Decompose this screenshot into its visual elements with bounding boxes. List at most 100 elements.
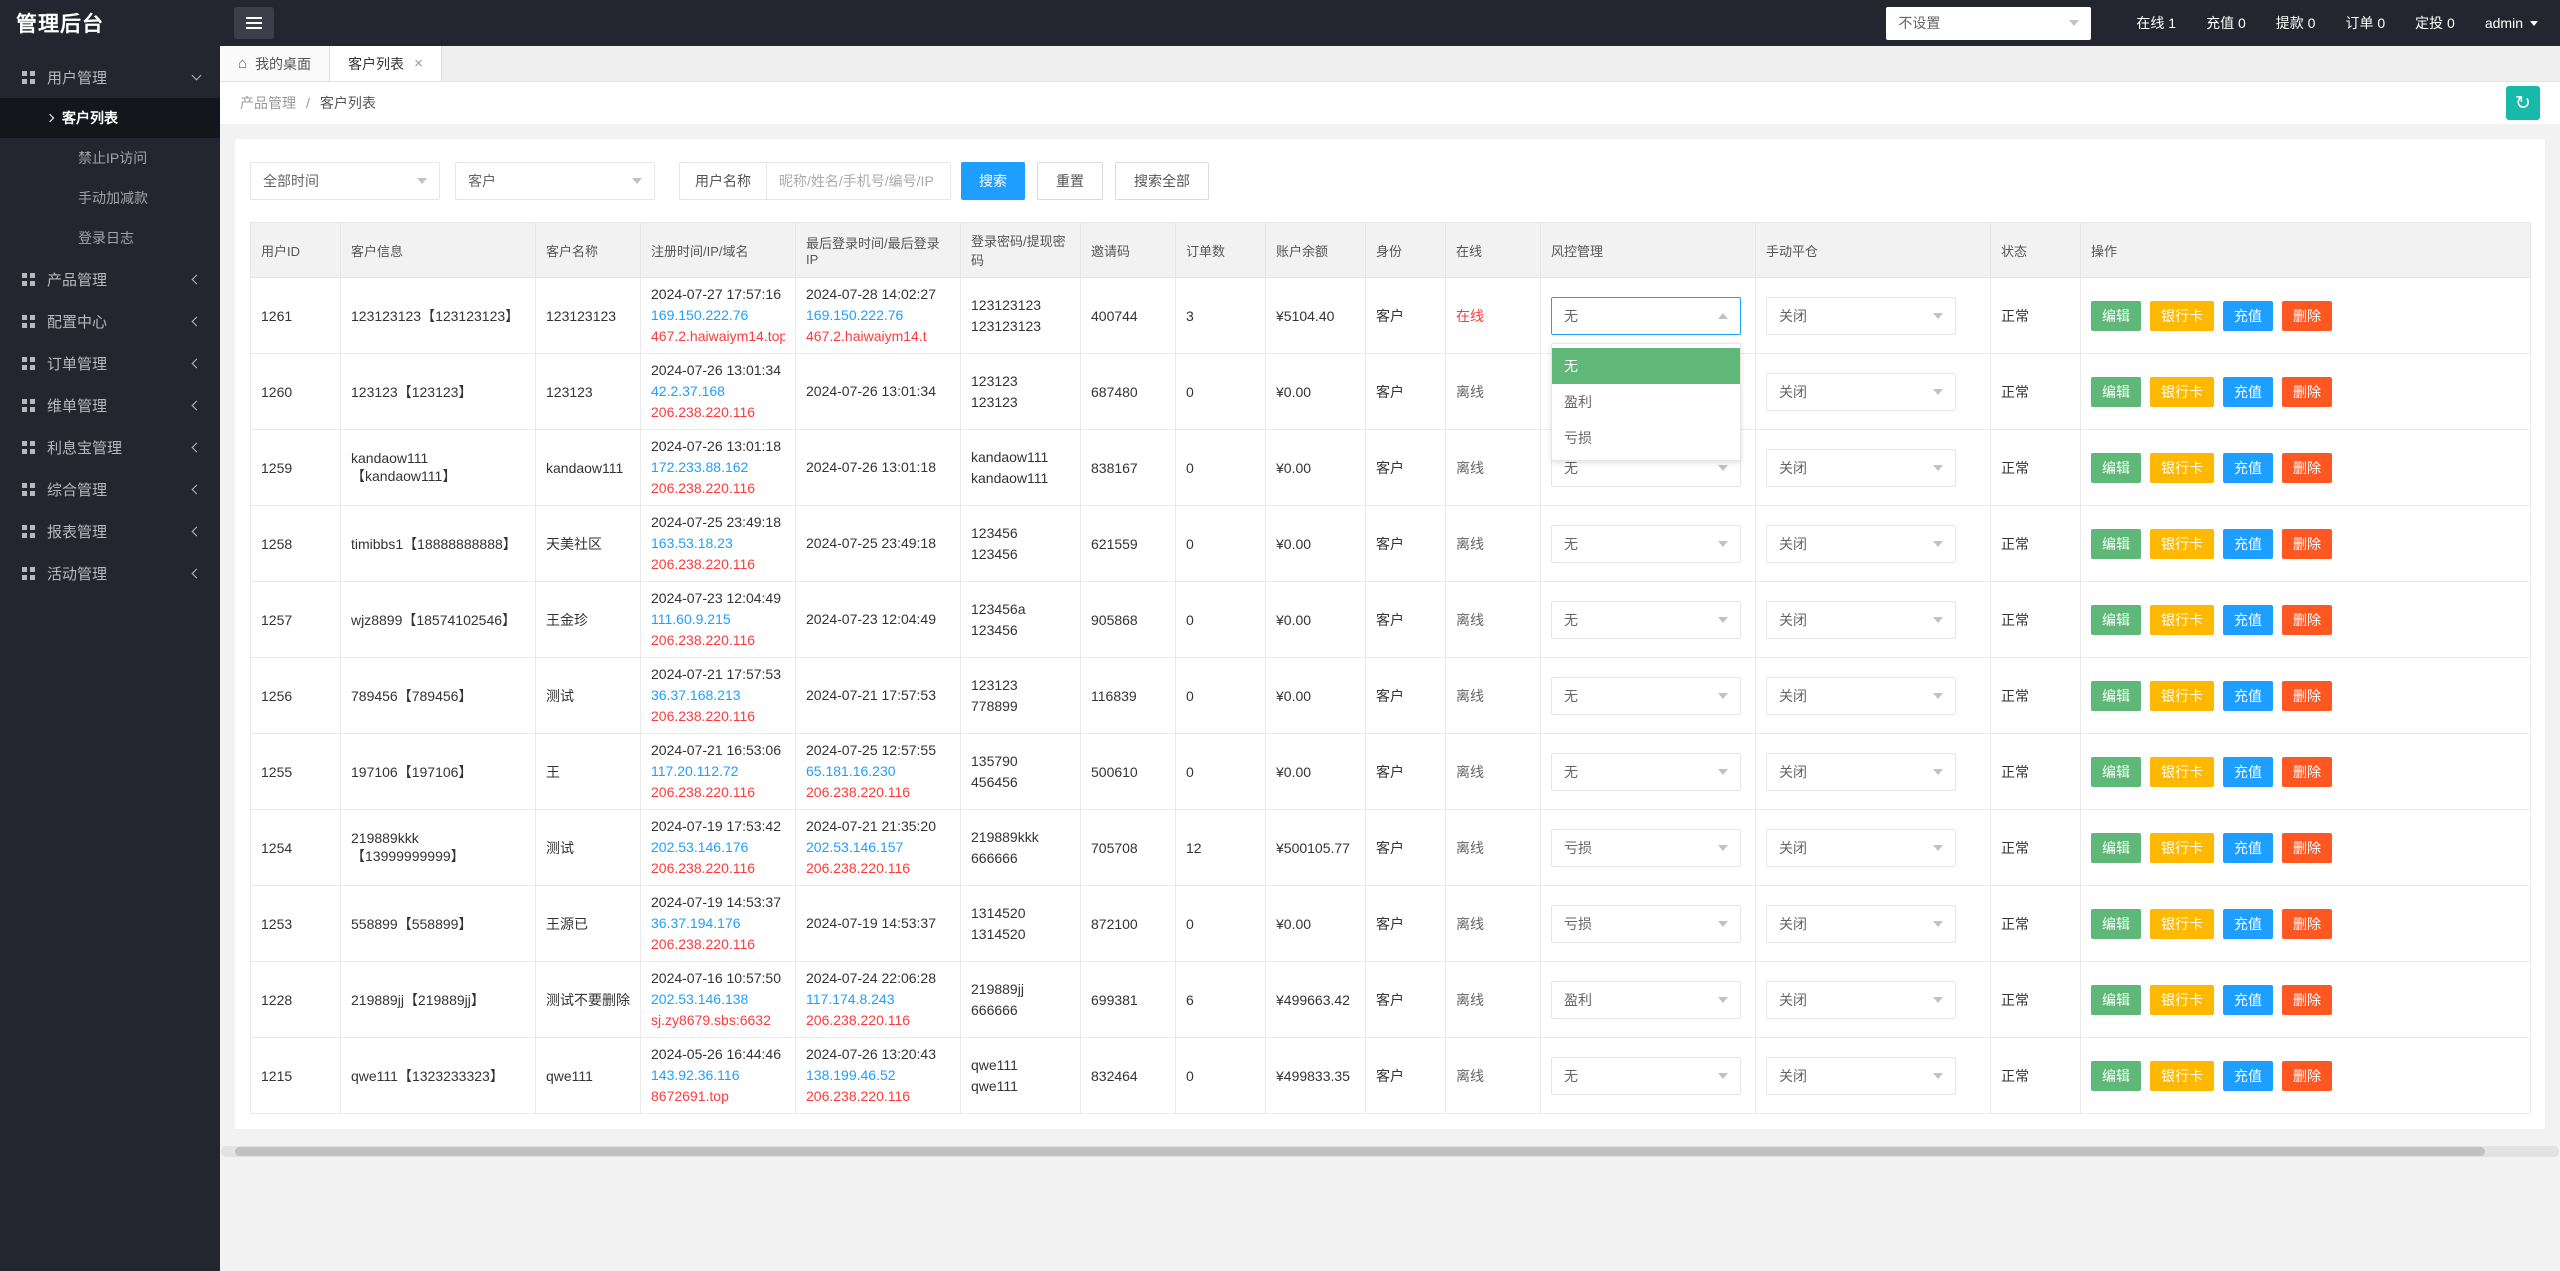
sidebar-group[interactable]: 报表管理: [0, 510, 220, 552]
recharge-button[interactable]: 充值: [2223, 301, 2273, 331]
risk-select[interactable]: 无: [1551, 601, 1741, 639]
search-all-button[interactable]: 搜索全部: [1115, 162, 1209, 200]
sidebar-item[interactable]: 登录日志: [0, 218, 220, 258]
scrollbar-thumb[interactable]: [235, 1147, 2485, 1156]
manual-close-select[interactable]: 关闭: [1766, 677, 1956, 715]
edit-button[interactable]: 编辑: [2091, 301, 2141, 331]
recharge-button[interactable]: 充值: [2223, 377, 2273, 407]
delete-button[interactable]: 删除: [2282, 1061, 2332, 1091]
bank-card-button[interactable]: 银行卡: [2150, 909, 2214, 939]
sidebar-group[interactable]: 维单管理: [0, 384, 220, 426]
bank-card-button[interactable]: 银行卡: [2150, 1061, 2214, 1091]
search-input[interactable]: [766, 162, 951, 200]
risk-select[interactable]: 无: [1551, 525, 1741, 563]
sidebar-group[interactable]: 用户管理: [0, 56, 220, 98]
risk-select[interactable]: 无: [1551, 753, 1741, 791]
delete-button[interactable]: 删除: [2282, 605, 2332, 635]
risk-select[interactable]: 亏损: [1551, 829, 1741, 867]
edit-button[interactable]: 编辑: [2091, 757, 2141, 787]
risk-select[interactable]: 无: [1551, 1057, 1741, 1095]
manual-close-select[interactable]: 关闭: [1766, 449, 1956, 487]
recharge-button[interactable]: 充值: [2223, 453, 2273, 483]
bank-card-button[interactable]: 银行卡: [2150, 757, 2214, 787]
manual-close-select[interactable]: 关闭: [1766, 373, 1956, 411]
close-icon[interactable]: ×: [414, 55, 423, 72]
recharge-button[interactable]: 充值: [2223, 757, 2273, 787]
header-filter-select[interactable]: 不设置: [1886, 7, 2091, 40]
sidebar-toggle-button[interactable]: [234, 7, 274, 39]
breadcrumb-item[interactable]: 产品管理: [240, 93, 296, 113]
recharge-button[interactable]: 充值: [2223, 605, 2273, 635]
edit-button[interactable]: 编辑: [2091, 833, 2141, 863]
edit-button[interactable]: 编辑: [2091, 909, 2141, 939]
tab-item[interactable]: ⌂我的桌面: [220, 46, 330, 81]
risk-select[interactable]: 无: [1551, 297, 1741, 335]
dropdown-option[interactable]: 盈利: [1552, 384, 1740, 420]
bank-card-button[interactable]: 银行卡: [2150, 377, 2214, 407]
header-stat[interactable]: 充值 0: [2206, 13, 2246, 33]
reset-button[interactable]: 重置: [1037, 162, 1103, 200]
delete-button[interactable]: 删除: [2282, 301, 2332, 331]
time-range-select[interactable]: 全部时间: [250, 162, 440, 200]
manual-close-select[interactable]: 关闭: [1766, 829, 1956, 867]
header-stat[interactable]: 订单 0: [2345, 13, 2385, 33]
admin-menu[interactable]: admin: [2485, 15, 2538, 31]
edit-button[interactable]: 编辑: [2091, 985, 2141, 1015]
bank-card-button[interactable]: 银行卡: [2150, 301, 2214, 331]
recharge-button[interactable]: 充值: [2223, 833, 2273, 863]
bank-card-button[interactable]: 银行卡: [2150, 605, 2214, 635]
sidebar-item[interactable]: 手动加减款: [0, 178, 220, 218]
header-stat[interactable]: 定投 0: [2415, 13, 2455, 33]
delete-button[interactable]: 删除: [2282, 833, 2332, 863]
delete-button[interactable]: 删除: [2282, 985, 2332, 1015]
sidebar-group[interactable]: 产品管理: [0, 258, 220, 300]
header-stat[interactable]: 提款 0: [2276, 13, 2316, 33]
header-stat[interactable]: 在线 1: [2136, 13, 2176, 33]
edit-button[interactable]: 编辑: [2091, 1061, 2141, 1091]
manual-close-select[interactable]: 关闭: [1766, 753, 1956, 791]
search-button[interactable]: 搜索: [961, 162, 1025, 200]
recharge-button[interactable]: 充值: [2223, 909, 2273, 939]
manual-close-select[interactable]: 关闭: [1766, 1057, 1956, 1095]
delete-button[interactable]: 删除: [2282, 529, 2332, 559]
manual-close-select[interactable]: 关闭: [1766, 601, 1956, 639]
delete-button[interactable]: 删除: [2282, 453, 2332, 483]
manual-close-select[interactable]: 关闭: [1766, 525, 1956, 563]
edit-button[interactable]: 编辑: [2091, 377, 2141, 407]
dropdown-option[interactable]: 亏损: [1552, 420, 1740, 456]
manual-close-select[interactable]: 关闭: [1766, 981, 1956, 1019]
sidebar-group[interactable]: 利息宝管理: [0, 426, 220, 468]
risk-select[interactable]: 盈利: [1551, 981, 1741, 1019]
bank-card-button[interactable]: 银行卡: [2150, 681, 2214, 711]
recharge-button[interactable]: 充值: [2223, 985, 2273, 1015]
dropdown-option[interactable]: 无: [1552, 348, 1740, 384]
bank-card-button[interactable]: 银行卡: [2150, 529, 2214, 559]
bank-card-button[interactable]: 银行卡: [2150, 453, 2214, 483]
recharge-button[interactable]: 充值: [2223, 529, 2273, 559]
manual-close-select[interactable]: 关闭: [1766, 905, 1956, 943]
delete-button[interactable]: 删除: [2282, 377, 2332, 407]
tab-item[interactable]: 客户列表×: [330, 46, 442, 81]
risk-select[interactable]: 无: [1551, 677, 1741, 715]
bank-card-button[interactable]: 银行卡: [2150, 833, 2214, 863]
delete-button[interactable]: 删除: [2282, 909, 2332, 939]
sidebar-item[interactable]: 禁止IP访问: [0, 138, 220, 178]
risk-select[interactable]: 亏损: [1551, 905, 1741, 943]
edit-button[interactable]: 编辑: [2091, 605, 2141, 635]
edit-button[interactable]: 编辑: [2091, 453, 2141, 483]
refresh-button[interactable]: ↻: [2506, 86, 2540, 120]
sidebar-group[interactable]: 订单管理: [0, 342, 220, 384]
recharge-button[interactable]: 充值: [2223, 681, 2273, 711]
edit-button[interactable]: 编辑: [2091, 681, 2141, 711]
sidebar-group[interactable]: 综合管理: [0, 468, 220, 510]
sidebar-group[interactable]: 活动管理: [0, 552, 220, 594]
sidebar-group[interactable]: 配置中心: [0, 300, 220, 342]
delete-button[interactable]: 删除: [2282, 681, 2332, 711]
customer-type-select[interactable]: 客户: [455, 162, 655, 200]
sidebar-item[interactable]: 客户列表: [0, 98, 220, 138]
bank-card-button[interactable]: 银行卡: [2150, 985, 2214, 1015]
delete-button[interactable]: 删除: [2282, 757, 2332, 787]
edit-button[interactable]: 编辑: [2091, 529, 2141, 559]
manual-close-select[interactable]: 关闭: [1766, 297, 1956, 335]
recharge-button[interactable]: 充值: [2223, 1061, 2273, 1091]
